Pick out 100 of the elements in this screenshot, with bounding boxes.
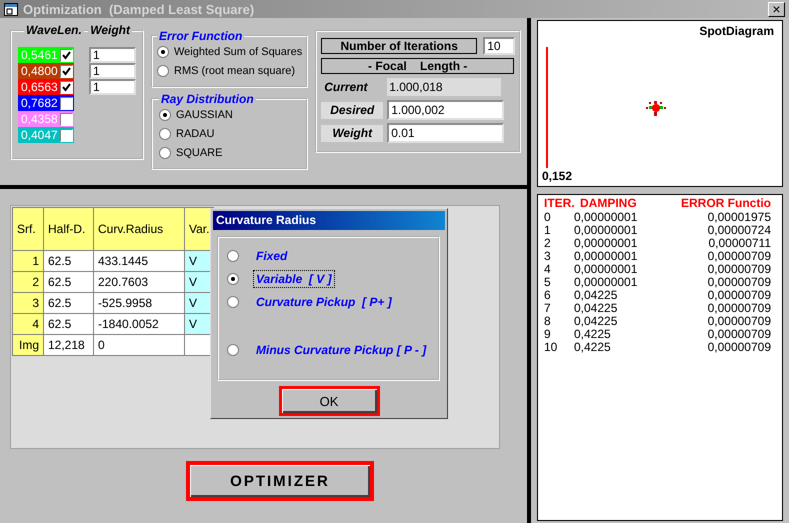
log-cell-text: 0,00000001 <box>574 263 638 276</box>
radio-button[interactable] <box>159 128 171 140</box>
surface-cell: 1 <box>12 250 44 272</box>
table-cell: 433.1445 <box>94 250 184 272</box>
ok-button[interactable]: OK <box>278 386 380 416</box>
column-header: Curv.Radius <box>94 208 184 250</box>
option-label: Weighted Sum of Squares <box>174 46 302 58</box>
table-cell: 220.7603 <box>94 272 184 292</box>
option-label: Curvature Pickup [ P+ ] <box>255 294 393 310</box>
table-cell: -525.9958 <box>94 292 184 314</box>
surface-cell: 3 <box>12 292 44 314</box>
log-cell-text: 0,00000711 <box>707 237 771 250</box>
radio-button[interactable] <box>159 146 171 158</box>
log-cell-text: 4 <box>544 263 552 276</box>
log-cell-text: 5 <box>544 276 552 289</box>
checkbox[interactable] <box>60 96 73 110</box>
scale-label: 0,152 <box>542 169 572 183</box>
radio-button[interactable] <box>157 64 169 76</box>
group-title: Error Function <box>158 30 244 42</box>
log-cell-text: 0,04225 <box>574 302 618 315</box>
desired-field[interactable]: 1.000,002 <box>387 100 504 120</box>
radio-button[interactable] <box>227 272 239 284</box>
surface-cell: 2 <box>12 272 44 292</box>
current-value: 1.000,018 <box>387 78 502 96</box>
iterations-field[interactable]: 10 <box>483 37 516 55</box>
weight-field[interactable]: 1 <box>89 63 136 79</box>
log-cell-text: 0,00001975 <box>706 211 771 224</box>
spot-diagram-title: SpotDiagram <box>699 24 774 38</box>
log-cell-text: 1 <box>544 224 552 237</box>
option-label: RMS (root mean square) <box>174 64 296 76</box>
weight-field[interactable]: 1 <box>89 79 136 95</box>
optimizer-button[interactable]: OPTIMIZER <box>186 461 374 501</box>
log-cell-text: 0,00000709 <box>706 276 771 289</box>
radio-button[interactable] <box>227 250 239 262</box>
log-cell-text: 2 <box>544 237 552 250</box>
log-cell-text: 6 <box>544 289 552 302</box>
weight-field[interactable]: 1 <box>89 47 136 63</box>
option-label: RADAU <box>176 128 215 140</box>
checkbox[interactable] <box>60 128 73 142</box>
log-cell-text: 0,04225 <box>574 315 618 328</box>
checkbox[interactable] <box>60 64 73 78</box>
log-cell-text: 0,00000001 <box>574 211 638 224</box>
table-cell: 0 <box>94 334 184 356</box>
column-header: Srf. <box>12 208 44 250</box>
log-cell-text: 0,00000709 <box>706 263 771 276</box>
table-cell: 12,218 <box>44 334 94 356</box>
radio-button[interactable] <box>157 46 169 58</box>
window-title: Optimization (Damped Least Square) <box>23 2 254 16</box>
surface-cell: 4 <box>12 314 44 334</box>
option-label: SQUARE <box>176 146 222 158</box>
option-label: Minus Curvature Pickup [ P - ] <box>255 342 428 358</box>
log-cell-text: 0,00000709 <box>706 289 771 302</box>
log-cell-text: 7 <box>544 302 552 315</box>
column-header: DAMPING <box>580 197 638 211</box>
dialog-title: Curvature Radius <box>213 211 445 230</box>
radio-button[interactable] <box>159 108 171 120</box>
iterations-label: Number of Iterations <box>321 38 478 54</box>
table-cell: 62.5 <box>44 314 94 334</box>
log-cell-text: 0,00000001 <box>574 276 638 289</box>
radio-button[interactable] <box>227 296 239 308</box>
log-cell-text: 0,4225 <box>574 341 612 354</box>
log-cell-text: 3 <box>544 250 552 263</box>
log-cell-text: 8 <box>544 315 552 328</box>
option-label: Variable [ V ] <box>253 270 335 288</box>
column-header: ITER. <box>544 197 574 211</box>
option-label: GAUSSIAN <box>176 108 233 120</box>
log-cell-text: 10 <box>544 341 558 354</box>
checkbox[interactable] <box>60 48 73 62</box>
log-cell-text: 0,00000709 <box>706 315 771 328</box>
log-cell-text: 0,00000709 <box>706 302 771 315</box>
log-cell-text: 0,04225 <box>574 289 618 302</box>
log-cell-text: 0,4225 <box>574 328 612 341</box>
weight-label: Weight <box>321 124 384 142</box>
log-cell-text: 0 <box>544 211 552 224</box>
log-cell-text: 0,00000724 <box>706 224 771 237</box>
option-label: Fixed <box>255 248 288 264</box>
log-cell-text: 9 <box>544 328 552 341</box>
wavelength-heading: WaveLen. <box>24 23 84 37</box>
weight-heading: Weight <box>88 23 132 37</box>
checkbox[interactable] <box>60 112 73 126</box>
log-cell-text: 0,00000001 <box>574 224 638 237</box>
log-cell-text: 0,00000001 <box>574 250 638 263</box>
close-button[interactable]: × <box>768 2 785 16</box>
window-icon <box>4 2 18 16</box>
radio-button[interactable] <box>227 344 239 356</box>
log-cell-text: 0,00000709 <box>706 250 771 263</box>
log-cell-text: 0,00000709 <box>706 341 771 354</box>
table-cell: 62.5 <box>44 250 94 272</box>
desired-label: Desired <box>321 102 384 118</box>
column-header: ERROR Functio <box>680 197 771 211</box>
surface-cell: Img <box>12 334 44 356</box>
group-title: Ray Distribution <box>160 93 255 105</box>
table-cell: -1840.0052 <box>94 314 184 334</box>
checkbox[interactable] <box>60 80 73 94</box>
table-cell: 62.5 <box>44 272 94 292</box>
table-cell: 62.5 <box>44 292 94 314</box>
weight-field[interactable]: 0.01 <box>387 123 504 143</box>
log-cell-text: 0,00000709 <box>706 328 771 341</box>
column-header: Half-D. <box>44 208 94 250</box>
focal-length-heading: - Focal Length - <box>321 58 514 74</box>
